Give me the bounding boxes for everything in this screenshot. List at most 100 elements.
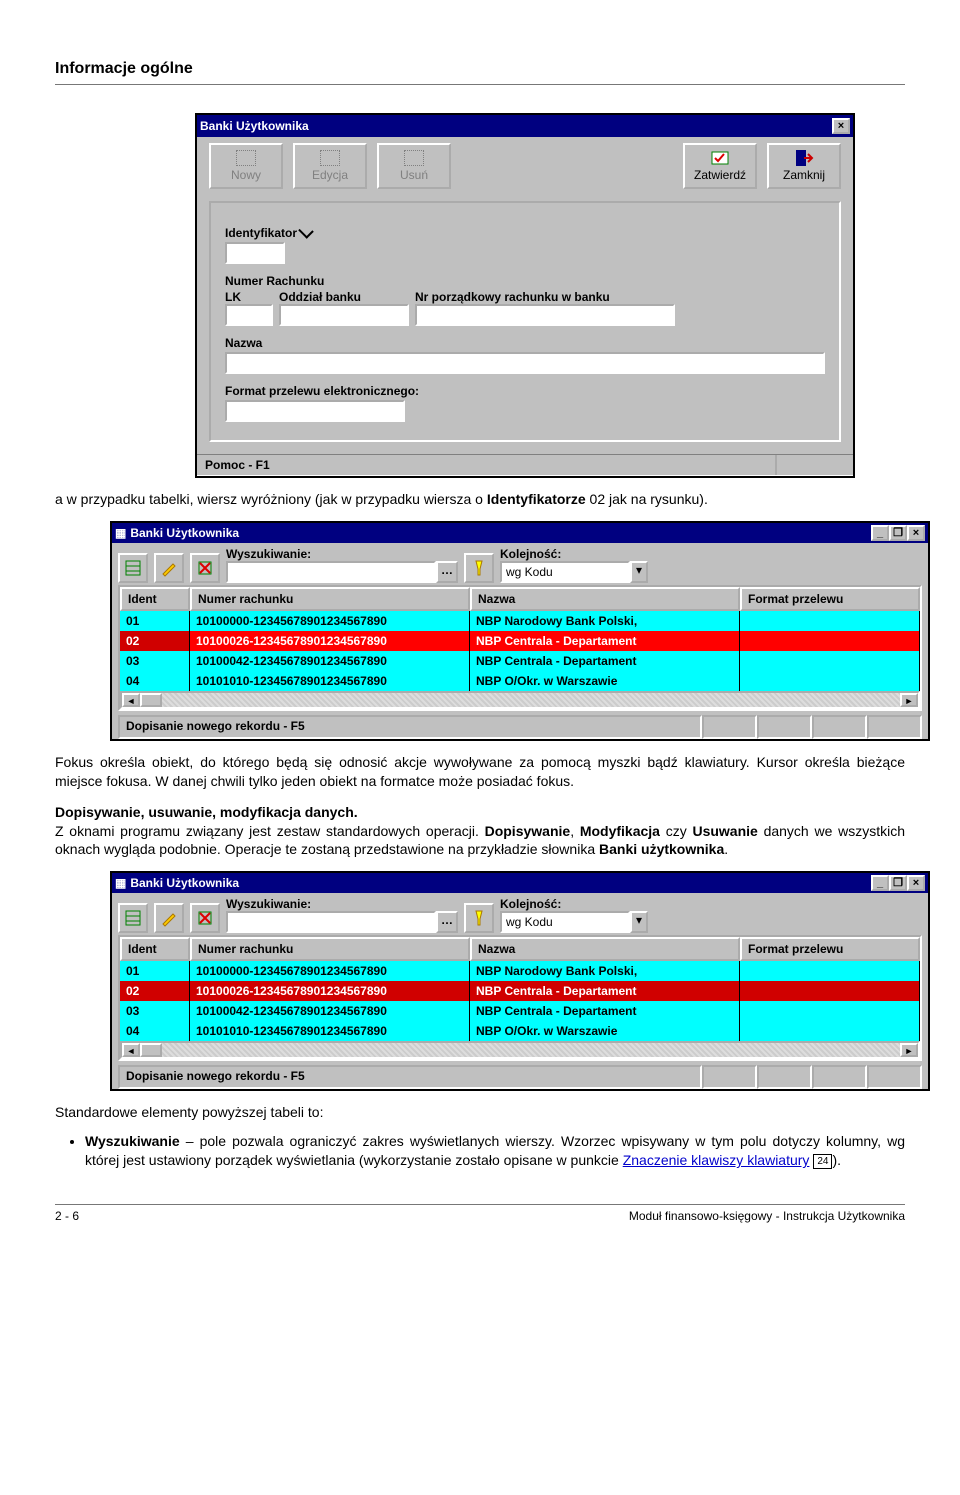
close-button[interactable]: ×: [907, 525, 925, 541]
edycja-button[interactable]: Edycja: [293, 143, 367, 189]
input-wyszukiwanie[interactable]: [226, 561, 436, 583]
divider: [55, 84, 905, 85]
input-nazwa[interactable]: [225, 352, 825, 374]
scrollbar-horizontal[interactable]: ◄►: [120, 1041, 920, 1059]
search-more-button[interactable]: …: [436, 911, 458, 933]
nowy-button[interactable]: Nowy: [209, 143, 283, 189]
flashlight-button[interactable]: [464, 903, 494, 933]
flashlight-icon: [470, 909, 488, 927]
list-window-focused: ▦ Banki Użytkownika _ ❐ × Wyszukiwanie: …: [110, 521, 930, 741]
statusbar: Dopisanie nowego rekordu - F5: [118, 715, 922, 739]
delete-icon-button[interactable]: [190, 553, 220, 583]
table-row[interactable]: 0110100000-12345678901234567890NBP Narod…: [120, 611, 920, 631]
grid-icon: [124, 559, 142, 577]
table-row[interactable]: 0410101010-12345678901234567890NBP O/Okr…: [120, 671, 920, 691]
confirm-icon: [710, 150, 730, 166]
page-footer: 2 - 6 Moduł finansowo-księgowy - Instruk…: [55, 1209, 905, 1223]
input-lk[interactable]: [225, 304, 273, 326]
table-row[interactable]: 0310100042-12345678901234567890NBP Centr…: [120, 651, 920, 671]
grid-icon-button[interactable]: [118, 903, 148, 933]
label-kolejnosc: Kolejność:: [500, 897, 648, 911]
label-oddzial: Oddział banku: [279, 290, 409, 304]
label-format: Format przelewu elektronicznego:: [225, 384, 825, 398]
list-item: Wyszukiwanie – pole pozwala ograniczyć z…: [85, 1132, 905, 1170]
statusbar: Dopisanie nowego rekordu - F5: [118, 1065, 922, 1089]
app-icon: ▦: [115, 526, 126, 540]
chevron-down-icon: ▾: [630, 561, 648, 583]
form-panel: Identyfikator Numer Rachunku LK Oddział …: [209, 201, 841, 442]
flashlight-icon: [470, 559, 488, 577]
grid-icon-button[interactable]: [118, 553, 148, 583]
edit-icon-button[interactable]: [154, 903, 184, 933]
status-text: Dopisanie nowego rekordu - F5: [118, 715, 702, 739]
para-1: a w przypadku tabelki, wiersz wyróżniony…: [55, 490, 905, 509]
select-value: wg Kodu: [500, 561, 630, 583]
select-kolejnosc[interactable]: wg Kodu ▾: [500, 561, 648, 583]
label-numer: Numer Rachunku: [225, 274, 825, 288]
table-row-selected[interactable]: 0210100026-12345678901234567890NBP Centr…: [120, 631, 920, 651]
para-4: Standardowe elementy powyższej tabeli to…: [55, 1103, 905, 1122]
label-nrp: Nr porządkowy rachunku w banku: [415, 290, 610, 304]
grid-header: Ident Numer rachunku Nazwa Format przele…: [120, 587, 920, 611]
pencil-icon: [160, 909, 178, 927]
delete-icon-button[interactable]: [190, 903, 220, 933]
input-format[interactable]: [225, 400, 405, 422]
table-row[interactable]: 0310100042-12345678901234567890NBP Centr…: [120, 1001, 920, 1021]
toolbar: Nowy Edycja Usuń Zatwierdź Zamknij: [197, 137, 853, 195]
select-kolejnosc[interactable]: wg Kodu ▾: [500, 911, 648, 933]
titlebar-text: Banki Użytkownika: [130, 526, 239, 540]
grid-header: Ident Numer rachunku Nazwa Format przele…: [120, 937, 920, 961]
para-2: Fokus określa obiekt, do którego będą si…: [55, 753, 905, 791]
link-znaczenie[interactable]: Znaczenie klawiszy klawiatury: [623, 1152, 810, 1168]
zamknij-button[interactable]: Zamknij: [767, 143, 841, 189]
data-grid[interactable]: Ident Numer rachunku Nazwa Format przele…: [118, 585, 922, 711]
table-row[interactable]: 0410101010-12345678901234567890NBP O/Okr…: [120, 1021, 920, 1041]
titlebar-text: Banki Użytkownika: [130, 876, 239, 890]
restore-button[interactable]: ❐: [889, 525, 907, 541]
exit-icon: [794, 150, 814, 166]
usun-button[interactable]: Usuń: [377, 143, 451, 189]
titlebar: ▦ Banki Użytkownika _ ❐ ×: [112, 873, 928, 893]
close-button[interactable]: ×: [907, 875, 925, 891]
app-icon: ▦: [115, 876, 126, 890]
list-window-unfocused: ▦ Banki Użytkownika _ ❐ × Wyszukiwanie: …: [110, 871, 930, 1091]
delete-icon: [196, 559, 214, 577]
input-nrp[interactable]: [415, 304, 675, 326]
zatwierdz-button[interactable]: Zatwierdź: [683, 143, 757, 189]
para-3: Dopisywanie, usuwanie, modyfikacja danyc…: [55, 803, 905, 860]
titlebar-text: Banki Użytkownika: [200, 119, 309, 133]
minimize-button[interactable]: _: [871, 875, 889, 891]
label-wyszukiwanie: Wyszukiwanie:: [226, 547, 458, 561]
table-row[interactable]: 0110100000-12345678901234567890NBP Narod…: [120, 961, 920, 981]
search-more-button[interactable]: …: [436, 561, 458, 583]
restore-button[interactable]: ❐: [889, 875, 907, 891]
close-button[interactable]: ×: [832, 118, 850, 134]
label-ident: Identyfikator: [225, 225, 825, 240]
edit-icon-button[interactable]: [154, 553, 184, 583]
chevron-down-icon: ▾: [630, 911, 648, 933]
label-kolejnosc: Kolejność:: [500, 547, 648, 561]
status-text: Pomoc - F1: [205, 458, 270, 472]
table-row-selected[interactable]: 0210100026-12345678901234567890NBP Centr…: [120, 981, 920, 1001]
dialog-banki-form: Banki Użytkownika × Nowy Edycja Usuń Zat…: [195, 113, 855, 478]
footer-left: 2 - 6: [55, 1209, 79, 1223]
pencil-icon: [160, 559, 178, 577]
delete-icon: [196, 909, 214, 927]
page-ref-badge: 24: [813, 1154, 832, 1170]
minimize-button[interactable]: _: [871, 525, 889, 541]
grid-icon: [124, 909, 142, 927]
data-grid[interactable]: Ident Numer rachunku Nazwa Format przele…: [118, 935, 922, 1061]
select-value: wg Kodu: [500, 911, 630, 933]
input-wyszukiwanie[interactable]: [226, 911, 436, 933]
page-header: Informacje ogólne: [55, 60, 905, 78]
input-oddzial[interactable]: [279, 304, 409, 326]
label-nazwa: Nazwa: [225, 336, 825, 350]
flashlight-button[interactable]: [464, 553, 494, 583]
footer-right: Moduł finansowo-księgowy - Instrukcja Uż…: [629, 1209, 905, 1223]
scrollbar-horizontal[interactable]: ◄►: [120, 691, 920, 709]
bullet-list: Wyszukiwanie – pole pozwala ograniczyć z…: [85, 1132, 905, 1170]
input-ident[interactable]: [225, 242, 285, 264]
label-wyszukiwanie: Wyszukiwanie:: [226, 897, 458, 911]
titlebar: Banki Użytkownika ×: [197, 115, 853, 137]
titlebar: ▦ Banki Użytkownika _ ❐ ×: [112, 523, 928, 543]
